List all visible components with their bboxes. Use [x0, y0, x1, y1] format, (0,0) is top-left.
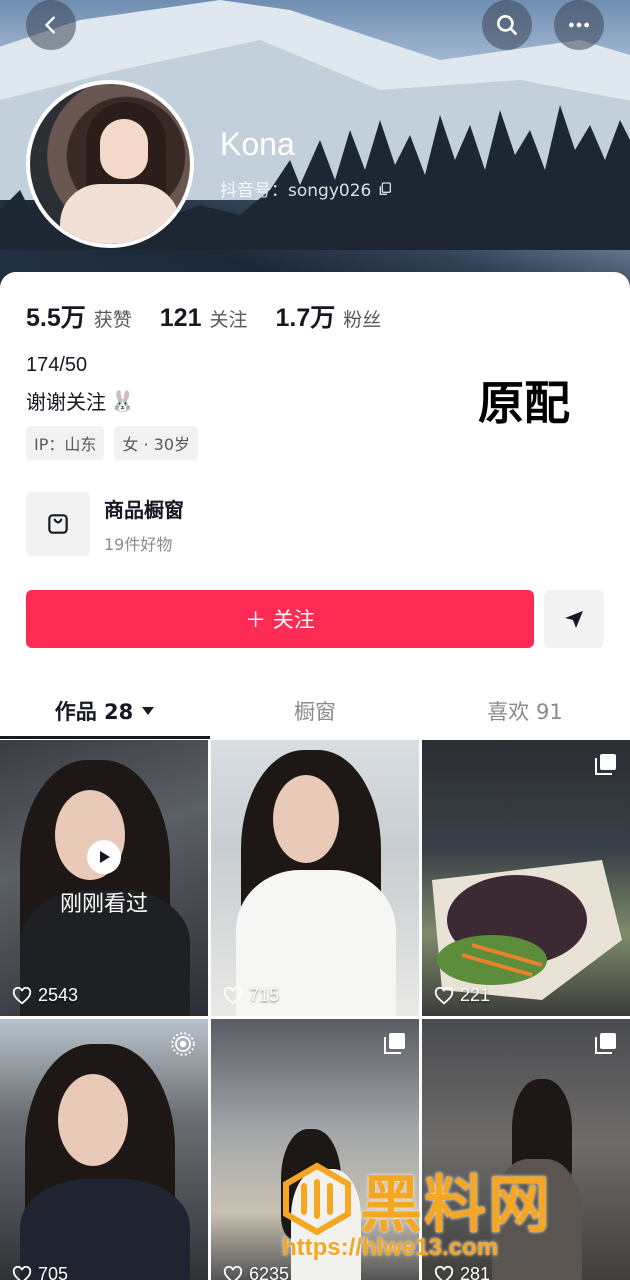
watermark-url: https://hlwe13.com: [282, 1234, 499, 1261]
watermark-text: 黑料网: [360, 1168, 553, 1241]
like-count-text: 715: [249, 985, 280, 1005]
ip-location-tag: IP：山东: [26, 426, 105, 460]
thumb-figure-face: [273, 775, 339, 863]
stat-followers[interactable]: 1.7万 粉丝: [276, 298, 382, 334]
shop-window-entry[interactable]: 商品橱窗 19件好物: [26, 492, 184, 556]
send-message-button[interactable]: [544, 590, 604, 648]
heart-icon: [434, 986, 454, 1005]
content-tabs: 作品 28 橱窗 喜欢 91: [0, 684, 630, 738]
like-count-text: 705: [38, 1264, 69, 1280]
stat-following-label: 关注: [209, 309, 248, 331]
shop-title: 商品橱窗: [104, 497, 184, 522]
recently-watched-label: 刚刚看过: [59, 892, 148, 917]
search-button[interactable]: [482, 0, 532, 50]
stat-likes[interactable]: 5.5万 获赞: [26, 298, 132, 334]
stat-following[interactable]: 121 关注: [160, 304, 248, 333]
tab-works[interactable]: 作品 28: [0, 684, 210, 738]
douyin-id-text: 抖音号：songy026: [220, 181, 372, 201]
bio-line-2: 谢谢关注 🐰: [26, 386, 135, 415]
site-watermark: 黑料网 https://hlwe13.com: [278, 1150, 618, 1280]
stat-likes-count: 5.5万: [26, 304, 86, 332]
stat-followers-count: 1.7万: [275, 304, 336, 332]
recently-watched-overlay: 刚刚看过: [0, 840, 208, 918]
profile-tags: IP：山东 女 · 30岁: [26, 426, 198, 460]
like-count: 715: [223, 985, 279, 1006]
send-arrow-icon: [565, 611, 583, 628]
shop-subtitle: 19件好物: [104, 534, 173, 554]
bio-line-1: 174/50: [26, 354, 88, 376]
stat-followers-label: 粉丝: [343, 309, 382, 331]
heart-icon: [12, 986, 32, 1005]
tab-likes-label: 喜欢 91: [487, 700, 563, 724]
more-options-button[interactable]: [554, 0, 604, 50]
multi-image-icon: [384, 1033, 405, 1054]
tab-likes[interactable]: 喜欢 91: [420, 684, 630, 738]
bio-line-2-text: 谢谢关注: [26, 390, 106, 414]
copy-icon: [380, 181, 392, 195]
video-thumbnail[interactable]: 715: [211, 740, 419, 1016]
thumb-figure-face: [58, 1074, 128, 1166]
avatar-face: [100, 119, 148, 179]
video-thumbnail[interactable]: 221: [422, 740, 630, 1016]
avatar[interactable]: [26, 80, 194, 248]
rabbit-emoji-icon: 🐰: [110, 388, 135, 413]
tab-works-label: 作品 28: [54, 700, 134, 724]
video-thumbnail[interactable]: 705: [0, 1019, 208, 1280]
search-icon: [497, 15, 517, 35]
avatar-sweater: [60, 184, 180, 244]
active-tab-indicator: [0, 736, 210, 739]
play-icon: [87, 840, 121, 874]
like-count: 2543: [12, 985, 78, 1006]
like-count: 221: [434, 985, 490, 1006]
profile-name: Kona: [220, 126, 295, 162]
douyin-id[interactable]: 抖音号：songy026: [220, 176, 393, 201]
shopping-bag-icon: [26, 492, 90, 556]
stat-following-count: 121: [159, 304, 202, 332]
overlay-caption: 原配: [478, 376, 570, 430]
video-thumbnail[interactable]: 刚刚看过 2543: [0, 740, 208, 1016]
like-count-text: 221: [460, 985, 491, 1005]
back-button[interactable]: [26, 0, 76, 50]
like-count-text: 2543: [38, 985, 79, 1005]
heart-icon: [12, 1265, 32, 1280]
tab-showcase[interactable]: 橱窗: [210, 684, 420, 738]
heart-icon: [223, 1265, 243, 1280]
chevron-left-icon: [45, 16, 55, 34]
tab-showcase-label: 橱窗: [294, 700, 336, 724]
stats-row: 5.5万 获赞 121 关注 1.7万 粉丝: [26, 298, 409, 334]
heart-icon: [223, 986, 243, 1005]
gender-age-tag: 女 · 30岁: [114, 426, 198, 460]
more-dots-icon: [569, 22, 589, 28]
multi-image-icon: [595, 1033, 616, 1054]
follow-button[interactable]: ＋ 关注: [26, 590, 534, 648]
live-photo-icon: [171, 1032, 195, 1056]
multi-image-icon: [595, 754, 616, 775]
caret-down-icon: [142, 707, 155, 715]
watermark-logo-icon: [283, 1162, 351, 1236]
like-count: 705: [12, 1264, 68, 1280]
profile-banner: Kona 抖音号：songy026: [0, 0, 630, 290]
stat-likes-label: 获赞: [93, 309, 132, 331]
